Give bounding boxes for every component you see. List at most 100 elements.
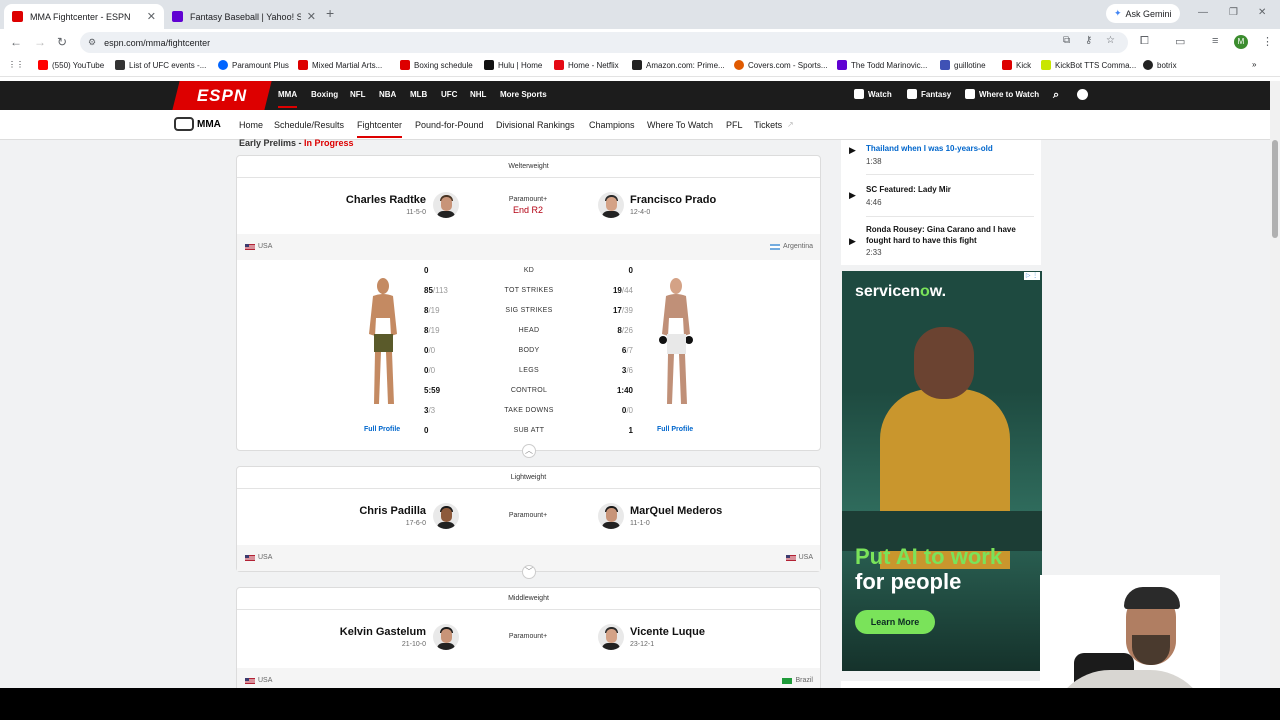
bookmark-label: Hulu | Home xyxy=(498,60,543,70)
close-window-icon[interactable]: ✕ xyxy=(1258,7,1266,18)
stat-attempts: /0 xyxy=(626,406,633,415)
extensions-icon[interactable]: ⧠ xyxy=(1140,35,1149,48)
user-account-icon[interactable] xyxy=(1077,89,1088,100)
menu-icon[interactable]: ⋮ xyxy=(1262,35,1273,48)
cast-icon[interactable]: ▭ xyxy=(1175,35,1185,48)
ad-learn-more-button[interactable]: Learn More xyxy=(855,610,935,634)
close-tab-icon[interactable]: ✕ xyxy=(307,10,316,23)
bookmark-ufc-events[interactable]: List of UFC events -... xyxy=(115,60,206,70)
install-app-icon[interactable]: ⧉ xyxy=(1063,35,1070,46)
play-icon[interactable]: ▶ xyxy=(849,145,856,156)
fighter-name-left[interactable]: Charles Radtke xyxy=(346,194,426,206)
headshot-left[interactable] xyxy=(433,503,459,529)
new-tab-button[interactable]: + xyxy=(326,5,334,21)
full-profile-left-link[interactable]: Full Profile xyxy=(364,426,400,433)
nav-mma[interactable]: MMA xyxy=(278,90,298,108)
back-icon[interactable]: ← xyxy=(10,35,22,49)
profile-avatar[interactable]: M xyxy=(1234,35,1248,49)
subnav-champions[interactable]: Champions xyxy=(589,120,635,130)
scrollbar-thumb[interactable] xyxy=(1272,140,1278,238)
mma-brand[interactable]: MMA xyxy=(174,117,221,131)
tab-mma-fightcenter[interactable]: MMA Fightcenter - ESPN ✕ xyxy=(4,4,164,29)
reading-list-icon[interactable]: ≡ xyxy=(1212,35,1218,47)
bookmark-botrix[interactable]: botrix xyxy=(1143,60,1177,70)
bookmark-netflix[interactable]: Home - Netflix xyxy=(554,60,619,70)
play-icon[interactable]: ▶ xyxy=(849,190,856,201)
fighter-name-right[interactable]: Vicente Luque xyxy=(630,626,705,638)
site-info-icon[interactable]: ⚙ xyxy=(88,37,96,48)
nav-nfl[interactable]: NFL xyxy=(350,90,366,99)
bookmark-paramount[interactable]: Paramount Plus xyxy=(218,60,289,70)
subnav-tickets[interactable]: Tickets xyxy=(754,120,782,130)
full-profile-right-link[interactable]: Full Profile xyxy=(657,426,693,433)
fight-card-gastelum-luque[interactable]: Middleweight Kelvin Gastelum 21-10-0 Par… xyxy=(236,587,821,697)
subnav-fightcenter[interactable]: Fightcenter xyxy=(357,120,403,138)
ad-choices-icon[interactable]: ▷ ⋮ xyxy=(1024,272,1040,280)
fantasy-link[interactable]: Fantasy xyxy=(907,89,951,99)
headshot-right[interactable] xyxy=(598,503,624,529)
divider xyxy=(866,174,1034,175)
bookmark-amazon[interactable]: Amazon.com: Prime... xyxy=(632,60,725,70)
fighter-name-right[interactable]: Francisco Prado xyxy=(630,194,716,206)
subnav-where-to-watch[interactable]: Where To Watch xyxy=(647,120,713,130)
close-tab-icon[interactable]: ✕ xyxy=(147,10,156,23)
watch-link[interactable]: Watch xyxy=(854,89,892,99)
headshot-left[interactable] xyxy=(433,624,459,650)
where-to-watch-link[interactable]: Where to Watch xyxy=(965,89,1039,99)
nav-mlb[interactable]: MLB xyxy=(410,90,427,99)
fight-card-radtke-prado[interactable]: Welterweight Charles Radtke 11-5-0 Param… xyxy=(236,155,821,458)
espn-logo[interactable]: ESPN xyxy=(172,81,272,110)
minimize-icon[interactable]: — xyxy=(1198,7,1208,18)
fighter-name-right[interactable]: MarQuel Mederos xyxy=(630,505,722,517)
servicenow-ad[interactable]: ▷ ⋮ servicenow. Put AI to work for peopl… xyxy=(842,271,1042,671)
subnav-pound-for-pound[interactable]: Pound-for-Pound xyxy=(415,120,484,130)
video-title-line2[interactable]: fought hard to have this fight xyxy=(866,235,1031,246)
apps-grid-icon[interactable]: ⋮⋮ xyxy=(8,60,24,69)
expand-chevron-down-icon[interactable]: ﹀ xyxy=(522,565,536,579)
fight-card-padilla-mederos[interactable]: Lightweight Chris Padilla 17-6-0 Paramou… xyxy=(236,466,821,579)
stat-value: 19 xyxy=(612,286,622,295)
maximize-icon[interactable]: ❐ xyxy=(1229,7,1238,18)
search-icon[interactable]: ⌕ xyxy=(1053,89,1059,102)
password-key-icon[interactable]: ⚷ xyxy=(1085,35,1092,46)
collapse-chevron-up-icon[interactable]: ︿ xyxy=(522,444,536,458)
nav-nba[interactable]: NBA xyxy=(379,90,396,99)
headshot-right[interactable] xyxy=(598,192,624,218)
bookmark-todd-marinovich[interactable]: The Todd Marinovic... xyxy=(837,60,927,70)
nav-ufc[interactable]: UFC xyxy=(441,90,457,99)
reload-icon[interactable]: ↻ xyxy=(57,35,67,49)
address-bar[interactable]: ⚙ espn.com/mma/fightcenter xyxy=(80,32,1128,53)
bookmark-hulu[interactable]: Hulu | Home xyxy=(484,60,542,70)
bookmark-youtube[interactable]: (550) YouTube xyxy=(38,60,104,70)
forward-icon[interactable]: → xyxy=(34,35,46,49)
video-duration: 4:46 xyxy=(866,198,882,207)
headshot-right[interactable] xyxy=(598,624,624,650)
more-bookmarks-icon[interactable]: » xyxy=(1252,60,1256,69)
bookmark-mma[interactable]: Mixed Martial Arts... xyxy=(298,60,382,70)
video-title[interactable]: SC Featured: Lady Mir xyxy=(866,184,1031,195)
stat-value: 0 xyxy=(424,266,429,275)
bookmark-boxing[interactable]: Boxing schedule xyxy=(400,60,473,70)
nav-more-sports[interactable]: More Sports xyxy=(500,90,547,99)
play-icon[interactable]: ▶ xyxy=(849,236,856,247)
nav-nhl[interactable]: NHL xyxy=(470,90,486,99)
video-title-line1[interactable]: Ronda Rousey: Gina Carano and I have xyxy=(866,224,1031,235)
headshot-left[interactable] xyxy=(433,192,459,218)
subnav-schedule-results[interactable]: Schedule/Results xyxy=(274,120,344,130)
bookmark-guillotine[interactable]: guillotine xyxy=(940,60,986,70)
bookmark-star-icon[interactable]: ☆ xyxy=(1106,35,1115,46)
bookmark-kick[interactable]: Kick xyxy=(1002,60,1031,70)
fighter-name-left[interactable]: Kelvin Gastelum xyxy=(340,626,426,638)
bookmark-label: The Todd Marinovic... xyxy=(851,60,928,70)
stat-label: SUB ATT xyxy=(513,427,545,434)
bookmark-covers[interactable]: Covers.com - Sports... xyxy=(734,60,828,70)
bookmark-kickbot[interactable]: KickBot TTS Comma... xyxy=(1041,60,1136,70)
nav-boxing[interactable]: Boxing xyxy=(311,90,338,99)
tab-fantasy-baseball[interactable]: Fantasy Baseball | Yahoo! Sports ✕ xyxy=(164,4,324,29)
ask-gemini-button[interactable]: ✦ Ask Gemini xyxy=(1106,4,1180,23)
subnav-pfl[interactable]: PFL xyxy=(726,120,743,130)
subnav-divisional-rankings[interactable]: Divisional Rankings xyxy=(496,120,575,130)
video-title[interactable]: Thailand when I was 10-years-old xyxy=(866,143,1031,154)
subnav-home[interactable]: Home xyxy=(239,120,263,130)
fighter-name-left[interactable]: Chris Padilla xyxy=(359,505,426,517)
